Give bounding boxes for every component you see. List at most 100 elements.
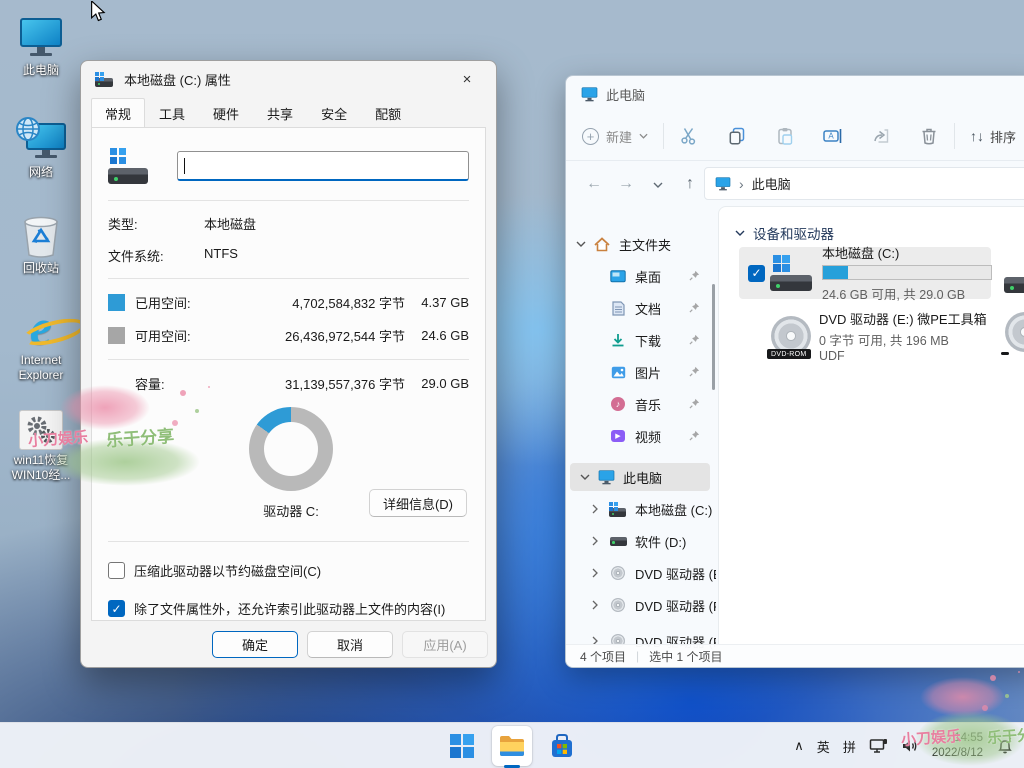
partial-dvd-icon[interactable] (1005, 312, 1024, 352)
sidebar-scrollbar[interactable] (712, 284, 715, 390)
sidebar-item-music[interactable]: ♪ 音乐 (566, 390, 716, 418)
clock-time: 14:55 (932, 731, 983, 746)
sidebar-item-drive-d[interactable]: 软件 (D:) (566, 527, 716, 555)
copy-icon[interactable] (727, 126, 747, 146)
rename-icon[interactable]: A (823, 126, 843, 146)
filesystem-label: 文件系统: (108, 246, 204, 265)
address-bar[interactable]: › 此电脑 (704, 167, 1024, 200)
chevron-right-icon[interactable] (592, 504, 604, 514)
sidebar-item-dvd-f[interactable]: DVD 驱动器 (F (566, 591, 716, 619)
svg-text:A: A (828, 132, 834, 141)
apply-button[interactable]: 应用(A) (402, 631, 488, 658)
taskbar-microsoft-store[interactable] (542, 726, 582, 766)
item-checkbox[interactable]: ✓ (748, 265, 765, 282)
explorer-content: 设备和驱动器 ✓ 本地磁盘 (C:) 24.6 GB 可用, 共 29.0 GB (718, 206, 1024, 667)
volume-icon[interactable] (901, 738, 919, 754)
back-icon[interactable]: ← (578, 175, 610, 193)
drive-c-icon (770, 253, 814, 293)
ime-language-pinyin[interactable]: 拼 (843, 737, 856, 756)
sidebar-item-local-disk-c[interactable]: 本地磁盘 (C:) (566, 495, 716, 523)
index-checkbox-row[interactable]: ✓ 除了文件属性外，还允许索引此驱动器上文件的内容(I) (108, 599, 469, 618)
dialog-tabs: 常规 工具 硬件 共享 安全 配额 (81, 98, 496, 130)
forward-icon[interactable]: → (610, 175, 642, 193)
sidebar-item-dvd-e[interactable]: DVD 驱动器 (E (566, 559, 716, 587)
partial-drive-icon[interactable] (1004, 255, 1024, 295)
desktop-icon-internet-explorer[interactable]: e Internet Explorer (2, 288, 80, 383)
drive-caption: 驱动器 C: (207, 501, 375, 520)
network-icon[interactable] (869, 738, 888, 754)
videos-icon: ▶ (609, 430, 627, 442)
dialog-buttons: 确定 取消 应用(A) (81, 621, 496, 667)
ok-button[interactable]: 确定 (212, 631, 298, 658)
desktop-icon-network[interactable]: 网络 (2, 112, 80, 180)
paste-icon[interactable] (775, 126, 795, 146)
share-icon[interactable] (871, 126, 891, 146)
new-button[interactable]: + 新建 (582, 127, 648, 146)
tab-general[interactable]: 常规 (91, 98, 145, 130)
this-pc-icon (581, 87, 598, 102)
desktop-icon-this-pc[interactable]: 此电脑 (2, 10, 80, 78)
pin-icon (689, 301, 700, 316)
downloads-icon (609, 333, 627, 348)
desktop-icon-recycle-bin[interactable]: 回收站 (2, 208, 80, 276)
recycle-bin-icon (2, 208, 80, 258)
sidebar-item-videos[interactable]: ▶ 视频 (566, 422, 716, 450)
desktop-folder-icon (609, 270, 627, 283)
group-header-devices[interactable]: 设备和驱动器 (735, 223, 834, 243)
start-button[interactable] (442, 726, 482, 766)
sort-arrows-icon: ↑↓ (970, 128, 984, 144)
drive-item-dvd-e[interactable]: DVD-ROM DVD 驱动器 (E:) 微PE工具箱 0 字节 可用, 共 1… (739, 307, 991, 365)
pin-icon (689, 397, 700, 412)
divider (108, 359, 469, 360)
tab-security[interactable]: 安全 (307, 98, 361, 130)
taskbar-clock[interactable]: 14:55 2022/8/12 (932, 731, 983, 761)
close-icon[interactable]: × (452, 71, 482, 88)
status-selected-count: 选中 1 个项目 (649, 648, 722, 665)
this-pc-icon (597, 470, 615, 485)
compress-checkbox-row[interactable]: 压缩此驱动器以节约磁盘空间(C) (108, 561, 469, 580)
tab-tools[interactable]: 工具 (145, 98, 199, 130)
volume-label-input[interactable] (177, 151, 469, 181)
chevron-right-icon[interactable] (592, 600, 604, 610)
sidebar-item-this-pc[interactable]: 此电脑 (570, 463, 710, 491)
properties-dialog: 本地磁盘 (C:) 属性 × 常规 工具 硬件 共享 安全 配额 (80, 60, 497, 668)
chevron-right-icon[interactable] (592, 536, 604, 546)
explorer-titlebar[interactable]: 此电脑 (566, 76, 1024, 112)
sidebar-item-desktop[interactable]: 桌面 (566, 262, 716, 290)
sidebar-item-documents[interactable]: 文档 (566, 294, 716, 322)
capacity-chart-area: 驱动器 C: 详细信息(D) (108, 407, 469, 531)
explorer-addressbar: ← → ↑ › 此电脑 (566, 161, 1024, 206)
pictures-icon (609, 366, 627, 379)
compress-checkbox[interactable] (108, 562, 125, 579)
taskbar-file-explorer[interactable] (492, 726, 532, 766)
tab-hardware[interactable]: 硬件 (199, 98, 253, 130)
up-icon[interactable]: ↑ (674, 175, 706, 193)
cut-icon[interactable] (679, 126, 699, 146)
drive-icon (108, 148, 150, 184)
type-value: 本地磁盘 (204, 214, 256, 233)
explorer-window: 此电脑 + 新建 A (565, 75, 1024, 668)
index-checkbox[interactable]: ✓ (108, 600, 125, 617)
sidebar-item-home[interactable]: 主文件夹 (566, 230, 716, 258)
cancel-button[interactable]: 取消 (307, 631, 393, 658)
delete-icon[interactable] (919, 126, 939, 146)
details-button[interactable]: 详细信息(D) (369, 489, 467, 517)
drive-item-c[interactable]: ✓ 本地磁盘 (C:) 24.6 GB 可用, 共 29.0 GB (739, 247, 991, 299)
tab-sharing[interactable]: 共享 (253, 98, 307, 130)
sort-button[interactable]: ↑↓ 排序 (970, 127, 1016, 146)
dialog-titlebar[interactable]: 本地磁盘 (C:) 属性 × (81, 61, 496, 97)
breadcrumb[interactable]: 此电脑 (752, 174, 791, 193)
windows-logo-icon (450, 734, 474, 758)
sidebar-item-downloads[interactable]: 下载 (566, 326, 716, 354)
hidden-icons-chevron[interactable]: ∧ (794, 738, 804, 754)
tab-quota[interactable]: 配额 (361, 98, 415, 130)
explorer-toolbar: + 新建 A (566, 112, 1024, 161)
toolbar-divider (663, 123, 664, 149)
chevron-right-icon[interactable] (592, 568, 604, 578)
notification-bell-icon[interactable]: z (996, 737, 1014, 755)
sidebar-item-pictures[interactable]: 图片 (566, 358, 716, 386)
ime-language-en[interactable]: 英 (817, 737, 830, 756)
desktop-icon-win11-restore[interactable]: win11恢复 WIN10经... (2, 400, 80, 483)
recent-locations-icon[interactable] (642, 175, 674, 193)
text-caret (184, 158, 185, 174)
